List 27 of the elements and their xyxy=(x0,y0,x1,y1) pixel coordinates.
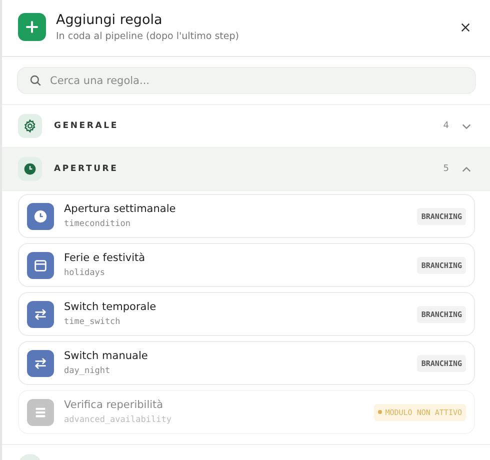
rule-name: Switch manuale xyxy=(64,350,149,362)
rule-code: advanced_availability xyxy=(64,415,172,425)
rule-name: Switch temporale xyxy=(64,301,158,313)
category-label: APERTURE xyxy=(54,164,120,174)
rule-code: holidays xyxy=(64,268,106,278)
dialog-subtitle: In coda al pipeline (dopo l'ultimo step) xyxy=(56,31,240,42)
search-icon xyxy=(29,74,42,87)
rule-code: time_switch xyxy=(64,317,122,327)
rule-code: timecondition xyxy=(64,219,132,229)
category-label: GENERALE xyxy=(54,121,120,131)
rule-code: day_night xyxy=(64,366,112,376)
clock-icon xyxy=(33,208,48,224)
category-header[interactable]: APERTURE 5 xyxy=(2,148,490,191)
category-count: 5 xyxy=(443,164,449,174)
rule-name: Ferie e festività xyxy=(64,252,146,264)
rule-name: Apertura settimanale xyxy=(64,203,177,215)
clock-icon xyxy=(23,162,37,176)
category-count: 4 xyxy=(443,121,449,131)
swap-arrows-icon xyxy=(33,306,48,322)
dialog-title: Aggiungi regola xyxy=(56,12,164,28)
plus-icon xyxy=(18,13,46,41)
rule-name: Verifica reperibilità xyxy=(64,399,164,411)
gear-icon xyxy=(23,119,37,133)
calendar-icon xyxy=(33,258,48,272)
swap-arrows-icon xyxy=(33,356,48,370)
close-icon xyxy=(460,22,470,32)
search-field[interactable]: Cerca una regola... xyxy=(17,67,476,94)
